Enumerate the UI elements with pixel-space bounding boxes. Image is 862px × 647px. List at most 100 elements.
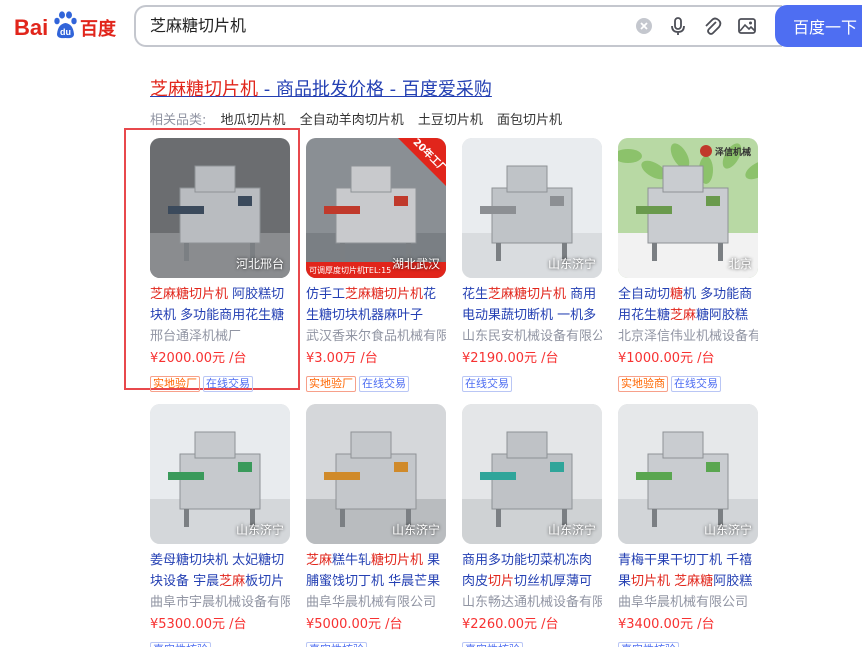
trade-badge: 在线交易 (203, 376, 253, 392)
product-thumbnail[interactable]: 20年工厂 可调厚度切片机 TEL:15 湖北武汉 (306, 138, 446, 278)
title-text: 糕牛轧 (332, 553, 372, 568)
badge-row: 真实性核验 (306, 638, 452, 647)
result-title-rest: - 商品批发价格 - 百度爱采购 (258, 79, 492, 100)
product-card[interactable]: 泽信机械北京全自动切糖机 多功能商用花生糖芝麻糖阿胶糕切块机北京泽信伟业机械设备… (618, 138, 764, 392)
price: ¥3.00万 /台 (306, 351, 378, 366)
seller-name[interactable]: 曲阜华晨机械有限公司 (618, 592, 758, 614)
seller-name[interactable]: 邢台通泽机械厂 (150, 326, 290, 348)
brand-logo-text: 泽信机械 (715, 146, 751, 158)
image-search-icon[interactable] (737, 16, 757, 36)
svg-text:百度: 百度 (80, 18, 117, 40)
verified-factory-badge: 实地验厂 (150, 376, 200, 392)
product-title-link[interactable]: 仿手工芝麻糖切片机花生糖切块机器麻叶子 (306, 284, 446, 326)
product-card[interactable]: 山东济宁花生芝麻糖切片机 商用电动果蔬切断机 一机多用山东民安机械设备有限公司 ¥… (462, 138, 608, 392)
title-keyword-highlight: 芝麻糖 (674, 574, 714, 589)
title-keyword-highlight: 切片机 (631, 574, 671, 589)
badge-row: 实地验商 在线交易 (618, 372, 764, 392)
svg-text:Bai: Bai (14, 15, 48, 40)
search-box (134, 5, 782, 47)
product-title-link[interactable]: 青梅干果干切丁机 千禧果切片机 芝麻糖阿胶糕切块机 (618, 550, 758, 592)
search-input[interactable] (150, 7, 610, 45)
title-keyword-highlight: 糖 (670, 287, 684, 302)
clear-icon[interactable] (634, 16, 654, 36)
product-card[interactable]: 山东济宁青梅干果干切丁机 千禧果切片机 芝麻糖阿胶糕切块机曲阜华晨机械有限公司 ¥… (618, 404, 764, 647)
product-card[interactable]: 山东济宁商用多功能切菜机冻肉肉皮切片切丝机厚薄可调山东畅达通机械设备有限公司 ¥2… (462, 404, 608, 647)
badge-row: 真实性核验 (462, 638, 608, 647)
seller-name[interactable]: 北京泽信伟业机械设备有限公司 (618, 326, 758, 348)
price: ¥2000.00元 /台 (150, 351, 247, 366)
product-thumbnail[interactable]: 山东济宁 (150, 404, 290, 544)
location-label: 山东济宁 (391, 523, 440, 537)
product-title-link[interactable]: 商用多功能切菜机冻肉肉皮切片切丝机厚薄可调 (462, 550, 602, 592)
title-keyword-highlight: 芝麻 (670, 308, 697, 323)
trade-badge: 真实性核验 (462, 642, 523, 647)
product-thumbnail[interactable]: 山东济宁 (618, 404, 758, 544)
title-keyword-highlight: 芝麻糖切片机 (345, 287, 424, 302)
title-keyword-highlight: 芝麻 (306, 553, 333, 568)
badge-row: 真实性核验 (618, 638, 764, 647)
result-title-keyword: 芝麻糖切片机 (150, 79, 258, 100)
badge-row: 实地验厂 在线交易 (150, 372, 296, 392)
product-card[interactable]: 山东济宁姜母糖切块机 太妃糖切块设备 宇晨芝麻板切片机曲阜市宇晨机械设备有限公司… (150, 404, 296, 647)
search-button[interactable]: 百度一下 (775, 5, 862, 47)
ad-strip-text: 可调厚度切片机 (309, 265, 365, 275)
seller-name[interactable]: 曲阜市宇晨机械设备有限公司 (150, 592, 290, 614)
title-keyword-highlight: 切片 (488, 574, 515, 589)
trade-badge: 在线交易 (462, 376, 512, 392)
related-link[interactable]: 面包切片机 (497, 113, 562, 128)
product-card[interactable]: 20年工厂 可调厚度切片机 TEL:15 湖北武汉仿手工芝麻糖切片机花生糖切块机器麻叶… (306, 138, 452, 392)
price: ¥1000.00元 /台 (618, 351, 715, 366)
product-card[interactable]: 山东济宁芝麻糕牛轧糖切片机 果脯蜜饯切丁机 华晨芒果切丁机曲阜华晨机械有限公司 ¥… (306, 404, 452, 647)
product-title-link[interactable]: 芝麻糖切片机 阿胶糕切块机 多功能商用花生糖切片机 (150, 284, 290, 326)
baidu-logo[interactable]: Bai du 百度 (14, 8, 120, 42)
seller-name[interactable]: 山东畅达通机械设备有限公司 (462, 592, 602, 614)
product-title-link[interactable]: 花生芝麻糖切片机 商用电动果蔬切断机 一机多用 (462, 284, 602, 326)
trade-badge: 在线交易 (671, 376, 721, 392)
location-label: 湖北武汉 (391, 257, 440, 271)
product-title-link[interactable]: 全自动切糖机 多功能商用花生糖芝麻糖阿胶糕切块机 (618, 284, 758, 326)
related-link[interactable]: 土豆切片机 (418, 113, 483, 128)
product-thumbnail[interactable]: 山东济宁 (462, 138, 602, 278)
trade-badge: 真实性核验 (306, 642, 367, 647)
trade-badge: 真实性核验 (150, 642, 211, 647)
title-keyword-highlight: 糖切片机 (371, 553, 424, 568)
price: ¥5300.00元 /台 (150, 617, 247, 632)
location-label: 山东济宁 (547, 523, 596, 537)
product-thumbnail[interactable]: 山东济宁 (306, 404, 446, 544)
product-thumbnail[interactable]: 河北邢台 (150, 138, 290, 278)
product-title-link[interactable]: 芝麻糕牛轧糖切片机 果脯蜜饯切丁机 华晨芒果切丁机 (306, 550, 446, 592)
attachment-icon[interactable] (702, 16, 722, 36)
price: ¥2260.00元 /台 (462, 617, 559, 632)
related-label: 相关品类: (150, 113, 207, 128)
seller-name[interactable]: 曲阜华晨机械有限公司 (306, 592, 446, 614)
title-text: 全自动切 (618, 287, 671, 302)
verified-factory-badge: 实地验商 (618, 376, 668, 392)
price: ¥5000.00元 /台 (306, 617, 403, 632)
svg-text:du: du (60, 27, 71, 37)
seller-name[interactable]: 武汉香来尔食品机械有限公司 (306, 326, 446, 348)
product-title-link[interactable]: 姜母糖切块机 太妃糖切块设备 宇晨芝麻板切片机 (150, 550, 290, 592)
location-label: 山东济宁 (235, 523, 284, 537)
result-title-link[interactable]: 芝麻糖切片机 - 商品批发价格 - 百度爱采购 (150, 75, 492, 101)
trade-badge: 在线交易 (359, 376, 409, 392)
title-text: 仿手工 (306, 287, 346, 302)
microphone-icon[interactable] (668, 16, 688, 36)
ad-strip-phone: TEL:15 (363, 266, 391, 275)
location-label: 山东济宁 (703, 523, 752, 537)
price: ¥3400.00元 /台 (618, 617, 715, 632)
product-thumbnail[interactable]: 泽信机械北京 (618, 138, 758, 278)
badge-row: 在线交易 (462, 372, 608, 392)
header: Bai du 百度 百度一下 (0, 0, 862, 52)
product-card[interactable]: 河北邢台芝麻糖切片机 阿胶糕切块机 多功能商用花生糖切片机邢台通泽机械厂 ¥200… (150, 138, 296, 392)
product-thumbnail[interactable]: 山东济宁 (462, 404, 602, 544)
seller-name[interactable]: 山东民安机械设备有限公司 (462, 326, 602, 348)
related-link[interactable]: 地瓜切片机 (221, 113, 286, 128)
badge-row: 实地验厂 在线交易 (306, 372, 452, 392)
related-link[interactable]: 全自动羊肉切片机 (300, 113, 404, 128)
location-label: 山东济宁 (547, 257, 596, 271)
title-keyword-highlight: 芝麻 (219, 574, 246, 589)
title-keyword-highlight: 芝麻糖切片机 (150, 287, 229, 302)
location-label: 河北邢台 (235, 257, 284, 271)
badge-row: 真实性核验 (150, 638, 296, 647)
location-label: 北京 (727, 257, 752, 271)
